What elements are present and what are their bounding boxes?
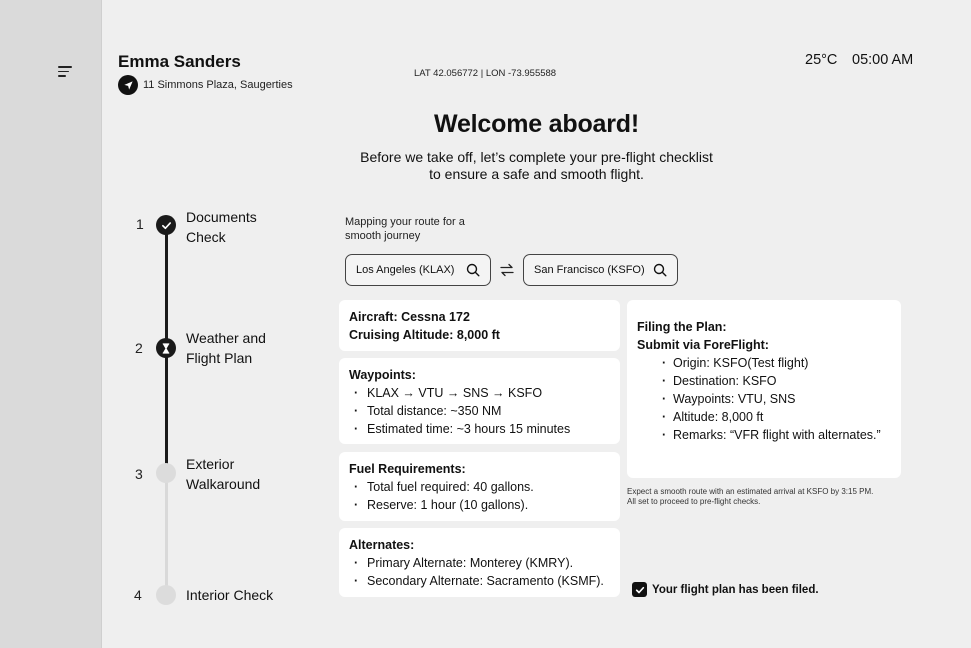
list-item: Total distance: ~350 NM — [349, 402, 610, 420]
list-item: Primary Alternate: Monterey (KMRY). — [349, 554, 610, 572]
confirmation-text: Your flight plan has been filed. — [652, 583, 819, 596]
search-icon[interactable] — [653, 263, 667, 277]
step-4-label[interactable]: Interior Check — [186, 585, 273, 605]
step-number: 3 — [135, 466, 143, 482]
page-title: Welcome aboard! — [434, 110, 639, 138]
step-label-line: Interior Check — [186, 587, 274, 603]
list-item: Waypoints: VTU, SNS — [637, 390, 891, 408]
arrival-note-line: All set to proceed to pre-flight checks. — [627, 497, 761, 506]
fuel-requirements-card: Fuel Requirements: Total fuel required: … — [339, 452, 620, 521]
subtitle-line: Before we take off, let’s complete your … — [360, 149, 713, 165]
cruising-altitude-line: Cruising Altitude: 8,000 ft — [349, 328, 500, 342]
user-name: Emma Sanders — [118, 52, 241, 71]
step-3-label[interactable]: Exterior Walkaround — [186, 454, 260, 494]
arrival-note-line: Expect a smooth route with an estimated … — [627, 487, 874, 496]
waypoints-card: Waypoints: KLAX → VTU → SNS → KSFO Total… — [339, 358, 620, 444]
navigation-arrow-icon — [118, 75, 138, 95]
step-label-line: Check — [186, 229, 226, 245]
list-item: Altitude: 8,000 ft — [637, 408, 891, 426]
route-caption: Mapping your route for a smooth journey — [345, 215, 495, 243]
waypoints-heading: Waypoints: — [349, 368, 416, 382]
aircraft-card: Aircraft: Cessna 172 Cruising Altitude: … — [339, 300, 620, 351]
list-item: Estimated time: ~3 hours 15 minutes — [349, 420, 610, 438]
step-label-line: Flight Plan — [186, 350, 253, 366]
step-number: 1 — [136, 216, 144, 232]
list-item: Origin: KSFO(Test flight) — [637, 354, 891, 372]
alternates-card: Alternates: Primary Alternate: Monterey … — [339, 528, 620, 597]
filing-subheading: Submit via ForeFlight: — [637, 338, 769, 352]
list-item: Secondary Alternate: Sacramento (KSMF). — [349, 572, 610, 590]
origin-airport-input[interactable]: Los Angeles (KLAX) — [345, 254, 491, 286]
menu-icon[interactable] — [58, 66, 72, 78]
check-icon — [161, 221, 171, 229]
step-number: 4 — [134, 587, 142, 603]
hourglass-icon — [162, 342, 170, 354]
step-number: 2 — [135, 340, 143, 356]
swap-arrows-icon[interactable] — [498, 261, 516, 279]
destination-airport-input[interactable]: San Francisco (KSFO) — [523, 254, 678, 286]
route-caption-line: Mapping your route for a — [345, 216, 465, 228]
subtitle-line: to ensure a safe and smooth flight. — [429, 166, 644, 182]
step-4-indicator[interactable] — [156, 585, 176, 605]
search-icon[interactable] — [466, 263, 480, 277]
user-location: 11 Simmons Plaza, Saugerties — [118, 75, 293, 95]
list-item: Total fuel required: 40 gallons. — [349, 478, 610, 496]
list-item: KLAX → VTU → SNS → KSFO — [349, 384, 610, 402]
destination-airport-value: San Francisco (KSFO) — [534, 264, 645, 276]
temperature: 25°C — [805, 52, 838, 68]
origin-airport-value: Los Angeles (KLAX) — [356, 264, 455, 276]
clock-time: 05:00 AM — [852, 52, 914, 68]
alternates-heading: Alternates: — [349, 538, 415, 552]
step-1-indicator[interactable] — [156, 215, 176, 235]
step-label-line: Walkaround — [186, 476, 261, 492]
list-item: Destination: KSFO — [637, 372, 891, 390]
step-2-indicator[interactable] — [156, 338, 176, 358]
address-text: 11 Simmons Plaza, Saugerties — [143, 79, 293, 91]
step-label-line: Documents — [186, 209, 257, 225]
step-3-indicator[interactable] — [156, 463, 176, 483]
route-caption-line: smooth journey — [345, 230, 421, 242]
step-label-line: Weather and — [186, 330, 266, 346]
filing-heading: Filing the Plan: — [637, 320, 727, 334]
filing-plan-card: Filing the Plan: Submit via ForeFlight: … — [627, 300, 901, 478]
step-1-label[interactable]: Documents Check — [186, 207, 257, 247]
page-subtitle: Before we take off, let’s complete your … — [102, 149, 971, 183]
arrival-note: Expect a smooth route with an estimated … — [627, 487, 907, 507]
progress-line-remaining — [164, 472, 168, 594]
fuel-heading: Fuel Requirements: — [349, 462, 466, 476]
flight-plan-filed-confirmation: Your flight plan has been filed. — [632, 582, 819, 597]
sidebar — [0, 0, 102, 648]
checkbox-check-icon — [635, 586, 644, 593]
aircraft-line: Aircraft: Cessna 172 — [349, 310, 470, 324]
list-item: Reserve: 1 hour (10 gallons). — [349, 496, 610, 514]
flight-plan-filed-checkbox[interactable] — [632, 582, 647, 597]
coordinates-readout: LAT 42.056772 | LON -73.955588 — [414, 68, 557, 79]
step-2-label[interactable]: Weather and Flight Plan — [186, 328, 266, 368]
step-label-line: Exterior — [186, 456, 235, 472]
list-item: Remarks: “VFR flight with alternates.” — [637, 426, 891, 444]
